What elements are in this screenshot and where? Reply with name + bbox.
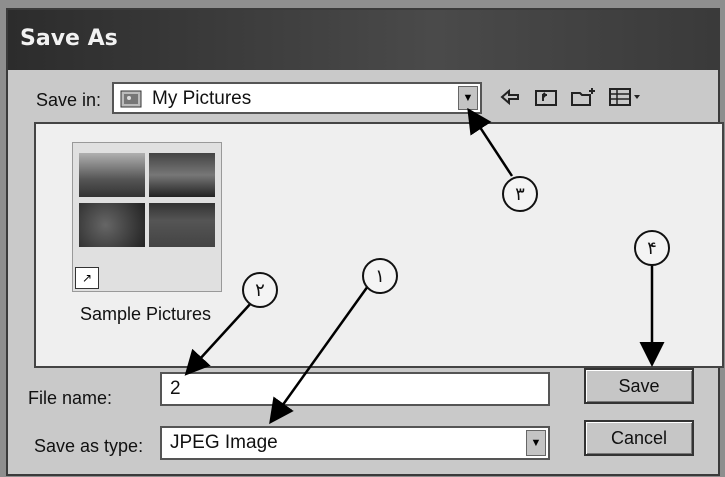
callout-3: ٣ bbox=[502, 176, 538, 212]
callout-4: ۴ bbox=[634, 230, 670, 266]
arrow-1 bbox=[269, 285, 370, 425]
callout-1: ١ bbox=[362, 258, 398, 294]
annotation-arrows bbox=[184, 107, 665, 425]
arrow-3 bbox=[467, 107, 514, 177]
callout-2: ٢ bbox=[242, 272, 278, 308]
arrow-2 bbox=[184, 301, 253, 376]
